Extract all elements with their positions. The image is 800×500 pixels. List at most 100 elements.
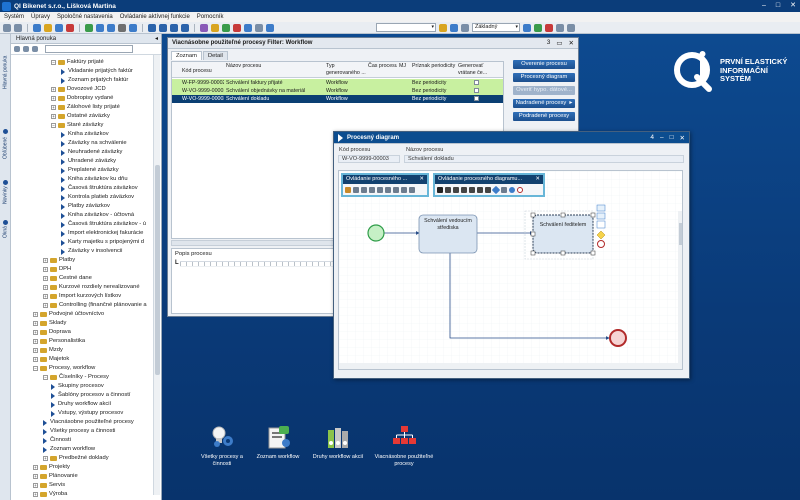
col-generovat[interactable]: Generovať vrátane če... bbox=[456, 62, 494, 76]
tab-okna[interactable]: Okná bbox=[1, 214, 10, 244]
reset-view-icon[interactable] bbox=[545, 23, 553, 32]
expand-icon[interactable]: + bbox=[33, 483, 38, 488]
nav-tree-item[interactable]: Vkladanie prijatých faktúr bbox=[61, 67, 133, 76]
check-icon[interactable] bbox=[222, 23, 230, 32]
nav-tree-item[interactable]: Záväzky na schválenie bbox=[61, 139, 127, 148]
expand-icon[interactable]: + bbox=[33, 492, 38, 497]
nav-tree-item[interactable]: + Sklady bbox=[33, 319, 66, 328]
expand-icon[interactable]: + bbox=[43, 267, 48, 272]
expand-icon[interactable]: + bbox=[51, 96, 56, 101]
expand-icon[interactable]: + bbox=[33, 357, 38, 362]
task-tool-icon[interactable] bbox=[445, 187, 451, 193]
nav-tree-item[interactable]: Kniha záväzkov bbox=[61, 130, 109, 139]
desktop-icon-vsetky-procesy[interactable]: Všetky procesy a činnosti bbox=[192, 424, 252, 467]
menu-system[interactable]: Systém bbox=[4, 14, 24, 20]
nav-tree-item[interactable]: + Import kurzových lístkov bbox=[43, 292, 121, 301]
window-close-button[interactable]: ✕ bbox=[569, 39, 574, 47]
minimize-button[interactable]: – bbox=[762, 0, 766, 12]
open-folder-icon[interactable] bbox=[44, 23, 52, 32]
generovat-checkbox[interactable] bbox=[474, 96, 479, 102]
nav-tree-item[interactable]: + Výroba bbox=[33, 490, 67, 499]
generovat-checkbox[interactable] bbox=[474, 80, 479, 86]
nav-back-icon[interactable] bbox=[14, 46, 20, 52]
nav-tree-item[interactable]: Šablóny procesov a činností bbox=[51, 391, 131, 400]
expand-icon[interactable]: + bbox=[43, 276, 48, 281]
grid-toggle-icon[interactable] bbox=[409, 187, 415, 193]
diagram-minimize-button[interactable]: – bbox=[660, 134, 664, 142]
nav-scrollbar[interactable] bbox=[153, 55, 160, 495]
process-action-button[interactable]: Procesný diagram bbox=[513, 73, 575, 82]
menu-ovladanie-funkcie[interactable]: Ovládanie aktívnej funkcie bbox=[120, 14, 190, 20]
expand-icon[interactable]: + bbox=[33, 348, 38, 353]
desktop-icon-zoznam-workflow[interactable]: Zoznam workflow bbox=[248, 424, 308, 461]
generovat-checkbox[interactable] bbox=[474, 88, 479, 94]
settings-icon[interactable] bbox=[255, 23, 263, 32]
last-record-icon[interactable] bbox=[181, 23, 189, 32]
nav-tree-item[interactable]: + Servis bbox=[33, 481, 65, 490]
zoom-actual-icon[interactable] bbox=[385, 187, 391, 193]
palette-1-close-icon[interactable]: ✕ bbox=[419, 175, 424, 184]
collapse-icon[interactable]: − bbox=[33, 366, 38, 371]
expand-icon[interactable]: + bbox=[33, 312, 38, 317]
nav-tree-item[interactable]: + Dobropisy vydané bbox=[51, 94, 113, 103]
window-icon[interactable] bbox=[450, 23, 458, 32]
table-row[interactable]: W-VO-9999-00001 Schválení objednávky na m… bbox=[172, 87, 503, 95]
col-nazov-procesu[interactable]: Názov procesu bbox=[224, 62, 324, 70]
refresh-icon[interactable] bbox=[85, 23, 93, 32]
nav-tree-item[interactable]: + Platby bbox=[43, 256, 75, 265]
toolbar-more-icon[interactable] bbox=[567, 23, 575, 32]
nav-tree-item[interactable]: + Doprava bbox=[33, 328, 71, 337]
nav-tree-item[interactable]: + Podvojné účtovníctvo bbox=[33, 310, 104, 319]
resize-handle[interactable] bbox=[530, 212, 536, 218]
start-event[interactable] bbox=[367, 224, 385, 242]
nav-tree-item[interactable]: Druhy workflow akcií bbox=[51, 400, 111, 409]
nazov-procesu-field[interactable]: Schválení dokladu bbox=[404, 155, 684, 163]
nav-tree-item[interactable]: Kniha záväzkov ku dňu bbox=[61, 175, 128, 184]
zoom-page-icon[interactable] bbox=[393, 187, 399, 193]
zoom-in-icon[interactable] bbox=[361, 187, 367, 193]
zoom-tool-icon[interactable] bbox=[353, 187, 359, 193]
tab-hlavna-ponuka[interactable]: Hlavná ponuka bbox=[1, 44, 10, 100]
col-priznak-periodicity[interactable]: Príznak periodicity bbox=[410, 62, 456, 70]
nav-tree-item[interactable]: Záväzky v insolvencii bbox=[61, 247, 122, 256]
resize-handle[interactable] bbox=[560, 212, 566, 218]
nav-tree-item[interactable]: Zoznam prijatých faktúr bbox=[61, 76, 128, 85]
nav-tree-item[interactable]: + Controlling (finančné plánovanie a bbox=[43, 301, 147, 310]
process-action-button[interactable]: Overenie procesu bbox=[513, 60, 575, 69]
nav-tree-item[interactable]: + Zálohové listy prijaté bbox=[51, 103, 120, 112]
palette-2-close-icon[interactable]: ✕ bbox=[535, 175, 540, 184]
context-subprocess-icon[interactable] bbox=[596, 212, 606, 220]
desktop-icon-druhy-workflow[interactable]: Druhy workflow akcií bbox=[308, 424, 368, 461]
col-cas-procesu[interactable]: Čas procesu bbox=[366, 62, 397, 70]
expand-icon[interactable]: + bbox=[51, 105, 56, 110]
nav-tree-item[interactable]: − Číselníky - Procesy bbox=[43, 373, 109, 382]
expand-icon[interactable]: + bbox=[51, 87, 56, 92]
nav-tree-item[interactable]: Všetky procesy a činnosti bbox=[43, 427, 115, 436]
diagram-canvas[interactable]: Schválení vedoucím střediska Schválení ř… bbox=[338, 170, 683, 370]
first-record-icon[interactable] bbox=[148, 23, 156, 32]
new-record-icon[interactable] bbox=[33, 23, 41, 32]
resize-handle[interactable] bbox=[590, 250, 596, 256]
expand-icon[interactable]: + bbox=[33, 330, 38, 335]
view-settings-icon[interactable] bbox=[523, 23, 531, 32]
nav-sort-icon[interactable] bbox=[32, 46, 38, 52]
attachment-icon[interactable] bbox=[200, 23, 208, 32]
kod-procesu-field[interactable]: W-VO-9999-00003 bbox=[338, 155, 400, 163]
process-action-button[interactable]: Podradené procesy bbox=[513, 112, 575, 121]
delete-icon[interactable] bbox=[66, 23, 74, 32]
expand-icon[interactable]: + bbox=[33, 474, 38, 479]
data-tool-icon[interactable] bbox=[461, 187, 467, 193]
flow-tool-icon[interactable] bbox=[469, 187, 475, 193]
diagram-close-button[interactable]: ✕ bbox=[680, 134, 685, 142]
close-button[interactable]: ✕ bbox=[790, 0, 796, 12]
diagram-maximize-button[interactable]: □ bbox=[670, 134, 674, 142]
nav-tree-item[interactable]: Platby záväzkov bbox=[61, 202, 110, 211]
view-select[interactable]: Základný ▾ bbox=[472, 23, 520, 32]
previous-record-icon[interactable] bbox=[159, 23, 167, 32]
col-kod-procesu[interactable]: Kód procesu bbox=[180, 62, 224, 75]
task-schvaleni-reditelem[interactable] bbox=[532, 214, 594, 254]
collapse-panel-icon[interactable]: ◂ bbox=[155, 35, 158, 42]
gateway-tool-icon[interactable] bbox=[491, 185, 501, 195]
stop-icon[interactable] bbox=[233, 23, 241, 32]
end-event-tool-icon[interactable] bbox=[517, 187, 523, 193]
